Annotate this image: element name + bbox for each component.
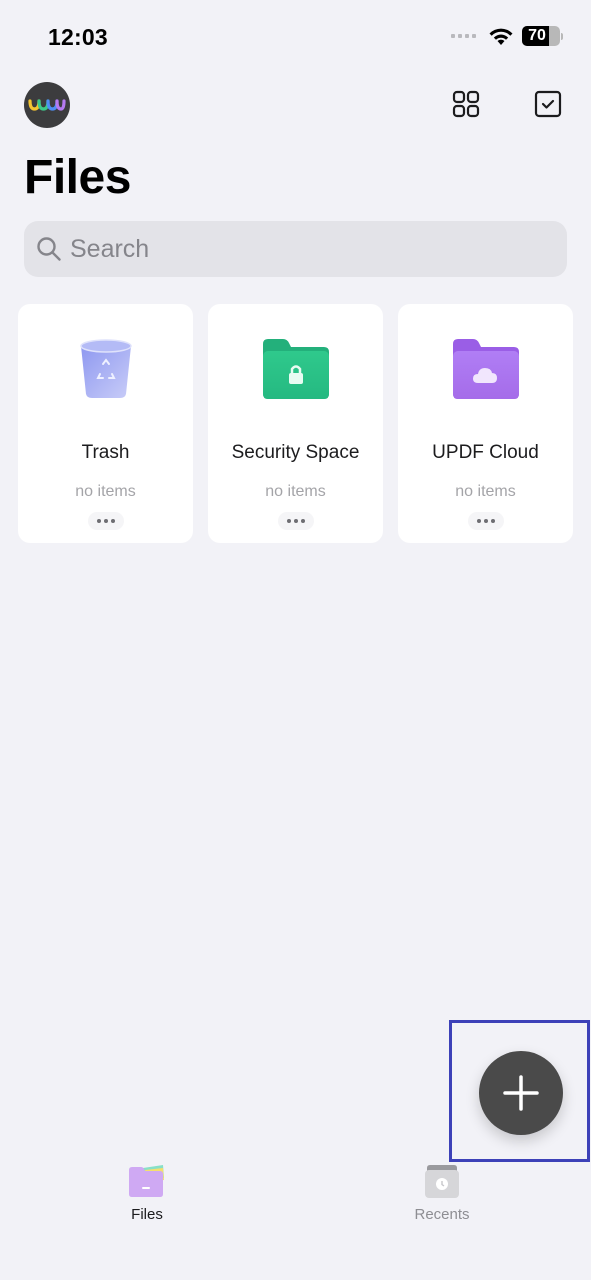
battery-level: 70 — [528, 27, 546, 44]
battery-tip — [561, 32, 563, 40]
card-updf-cloud[interactable]: UPDF Cloud no items — [398, 304, 573, 543]
tab-recents[interactable]: Recents — [387, 1164, 497, 1223]
files-folder-icon — [129, 1165, 164, 1197]
app-logo-icon — [28, 99, 66, 111]
card-title: Trash — [81, 442, 130, 463]
grid-icon — [452, 90, 480, 118]
wifi-icon — [489, 28, 513, 45]
files-screen: 12:03 70 Files Search Trash no items Sec… — [0, 0, 591, 1280]
battery-icon: 70 — [522, 26, 560, 46]
avatar[interactable] — [24, 82, 70, 128]
card-subtitle: no items — [455, 483, 516, 500]
select-button[interactable] — [532, 88, 564, 120]
lock-folder-icon — [261, 338, 331, 400]
search-bar[interactable] — [24, 221, 567, 277]
recents-clock-icon — [425, 1165, 459, 1198]
status-time: 12:03 — [48, 24, 108, 50]
tab-label: Files — [131, 1206, 163, 1223]
add-button[interactable] — [479, 1051, 563, 1135]
search-input[interactable] — [70, 234, 540, 264]
plus-icon — [503, 1075, 539, 1111]
status-icons: 70 — [451, 26, 563, 46]
grid-view-button[interactable] — [450, 88, 482, 120]
card-subtitle: no items — [265, 483, 326, 500]
card-subtitle: no items — [75, 483, 136, 500]
page-title: Files — [24, 151, 131, 204]
search-icon — [37, 237, 61, 261]
folder-cards: Trash no items Security Space no items U… — [18, 304, 573, 543]
checkbox-icon — [534, 90, 562, 118]
card-security-space[interactable]: Security Space no items — [208, 304, 383, 543]
card-title: Security Space — [231, 442, 360, 463]
tab-label: Recents — [414, 1206, 470, 1223]
signal-dots-icon — [451, 34, 476, 38]
more-options-button[interactable] — [467, 512, 504, 530]
cloud-folder-icon — [451, 338, 521, 400]
trash-icon — [71, 338, 141, 400]
more-options-button[interactable] — [277, 512, 314, 530]
tab-files[interactable]: Files — [92, 1164, 202, 1223]
card-title: UPDF Cloud — [432, 442, 539, 463]
card-trash[interactable]: Trash no items — [18, 304, 193, 543]
more-options-button[interactable] — [87, 512, 124, 530]
